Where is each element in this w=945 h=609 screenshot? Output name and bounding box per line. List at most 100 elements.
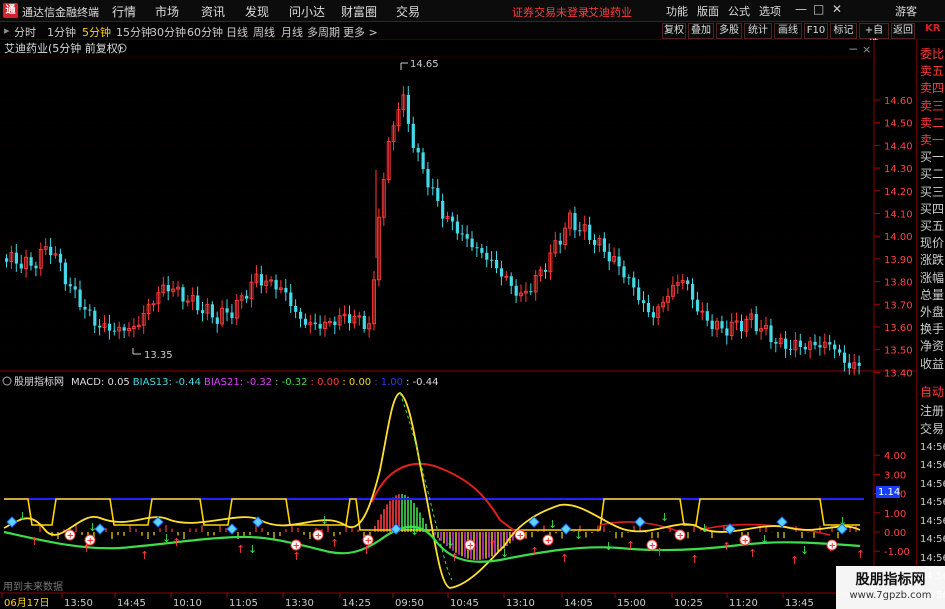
pane-minus-icon[interactable]: −: [848, 42, 858, 56]
tab-period-1min[interactable]: 1分钟: [47, 24, 76, 40]
statistics-button[interactable]: 统计: [744, 23, 772, 39]
menu-bar: 通 通达信金融终端 行情 市场 资讯 发现 问小达 财富圈 交易 证券交易未登录…: [0, 0, 945, 22]
panel-item[interactable]: 14:56: [920, 476, 945, 494]
buy-arrow-icon: ↑: [140, 549, 149, 562]
multi-stock-button[interactable]: 多股: [716, 23, 742, 39]
indicator-tick-label: -1.00: [884, 547, 910, 558]
quote-field-label[interactable]: 涨跌: [920, 251, 944, 269]
tab-period-15min[interactable]: 15分钟: [116, 24, 152, 40]
sell-arrow-icon: ↓: [500, 547, 509, 560]
quote-field-label[interactable]: 买四: [920, 200, 944, 218]
quote-field-label[interactable]: 收益: [920, 355, 944, 373]
panel-item[interactable]: 14:56: [920, 457, 945, 475]
candle-body: [651, 312, 655, 318]
menu-layout[interactable]: 版面: [697, 3, 719, 19]
panel-item[interactable]: 注册: [920, 402, 944, 420]
panel-item[interactable]: 14:56: [920, 531, 945, 549]
candle-body: [303, 318, 308, 325]
buy-arrow-icon: ↑: [790, 554, 799, 567]
panel-item[interactable]: 14:56: [920, 513, 945, 531]
mark-button[interactable]: 标记: [830, 23, 857, 39]
tab-period-30min[interactable]: 30分钟: [150, 24, 186, 40]
menu-function[interactable]: 功能: [666, 3, 688, 19]
tab-period-intraday[interactable]: 分时: [14, 24, 36, 40]
restore-rights-button[interactable]: 复权: [662, 23, 686, 39]
panel-item[interactable]: 交易: [920, 420, 944, 438]
panel-item[interactable]: 自动: [920, 383, 944, 401]
quote-field-label[interactable]: 卖五: [920, 62, 944, 80]
quote-field-label[interactable]: 卖二: [920, 114, 944, 132]
time-label: 14:45: [117, 598, 146, 609]
menu-quotes[interactable]: 行情: [112, 3, 136, 20]
buy-arrow-icon: ↑: [690, 553, 699, 566]
toolbar-arrow-icon[interactable]: ▸: [4, 24, 10, 37]
candle-body: [509, 276, 513, 286]
quote-field-label[interactable]: 现价: [920, 234, 944, 252]
add-watchlist-button[interactable]: +自选: [859, 23, 889, 50]
menu-market[interactable]: 市场: [155, 3, 179, 20]
quote-field-label[interactable]: 净资: [920, 337, 944, 355]
restore-icon[interactable]: □: [813, 2, 824, 16]
close-icon[interactable]: ✕: [832, 2, 842, 16]
candle-body: [29, 257, 33, 266]
quote-field-label[interactable]: 外盘: [920, 303, 944, 321]
menu-options[interactable]: 选项: [759, 3, 781, 19]
tab-period-week[interactable]: 周线: [253, 24, 275, 40]
minimize-icon[interactable]: —: [795, 2, 807, 16]
candle-body: [436, 188, 440, 201]
tab-period-month[interactable]: 月线: [281, 24, 303, 40]
quote-field-label[interactable]: 卖三: [920, 97, 944, 115]
price-tick-label: 13.70: [884, 300, 913, 311]
buy-arrow-icon: ↑: [172, 536, 181, 549]
menu-discover[interactable]: 发现: [245, 3, 269, 20]
sell-arrow-icon: ↓: [800, 544, 809, 557]
watermark-url: www.7gpzb.com: [849, 590, 932, 601]
guest-label[interactable]: 游客: [895, 3, 917, 19]
tab-period-5min[interactable]: 5分钟: [82, 24, 111, 40]
pane-close-icon[interactable]: ×: [862, 43, 871, 56]
legend-entry: BIAS13: -0.44: [133, 377, 201, 388]
price-tick-label: 14.40: [884, 141, 913, 152]
menu-formula[interactable]: 公式: [728, 3, 750, 19]
indicator-tick-label: 0.00: [884, 528, 906, 539]
cursor-value: 1.14: [878, 487, 900, 498]
f10-button[interactable]: F10: [804, 23, 828, 39]
draw-line-button[interactable]: 画线: [774, 23, 802, 39]
buy-arrow-icon: ↑: [748, 547, 757, 560]
menu-wealth[interactable]: 财富圈: [341, 3, 377, 20]
time-label: 13:45: [785, 598, 814, 609]
menu-ask[interactable]: 问小达: [289, 3, 325, 20]
back-button[interactable]: 返回: [891, 23, 915, 39]
overlay-button[interactable]: 叠加: [688, 23, 714, 39]
candle-body: [725, 328, 729, 336]
candle-body: [818, 345, 822, 348]
quote-field-label[interactable]: 委比: [920, 45, 944, 63]
quote-field-label[interactable]: 总量: [920, 286, 944, 304]
menu-news[interactable]: 资讯: [201, 3, 225, 20]
tab-period-more[interactable]: 更多 >: [343, 24, 378, 40]
quote-field-label[interactable]: 买一: [920, 148, 944, 166]
candle-body: [774, 341, 778, 344]
panel-item[interactable]: 14:56: [920, 439, 945, 457]
quote-field-label[interactable]: 卖四: [920, 79, 944, 97]
quote-field-label[interactable]: 涨幅: [920, 269, 944, 287]
quote-field-label[interactable]: 卖一: [920, 131, 944, 149]
panel-item[interactable]: 14:56: [920, 550, 945, 568]
candle-body: [495, 259, 499, 269]
tab-period-60min[interactable]: 60分钟: [187, 24, 223, 40]
candle-body: [828, 342, 832, 345]
candle-body: [485, 252, 489, 260]
candle-body: [857, 362, 861, 366]
candle-body: [490, 259, 494, 261]
login-notice[interactable]: 证券交易未登录: [512, 4, 589, 20]
menu-trade[interactable]: 交易: [396, 3, 420, 20]
quote-field-label[interactable]: 买三: [920, 183, 944, 201]
tab-period-day[interactable]: 日线: [226, 24, 248, 40]
quote-field-label[interactable]: 买五: [920, 217, 944, 235]
candle-body: [411, 123, 415, 148]
quote-field-label[interactable]: 买二: [920, 165, 944, 183]
tab-period-multi[interactable]: 多周期: [307, 24, 340, 40]
panel-item[interactable]: 14:56: [920, 494, 945, 512]
quote-field-label[interactable]: 换手: [920, 320, 944, 338]
chart-area[interactable]: 14.60 14.50 14.40 14.30 14.20 14.10 14.00 13.90…: [0, 40, 916, 609]
